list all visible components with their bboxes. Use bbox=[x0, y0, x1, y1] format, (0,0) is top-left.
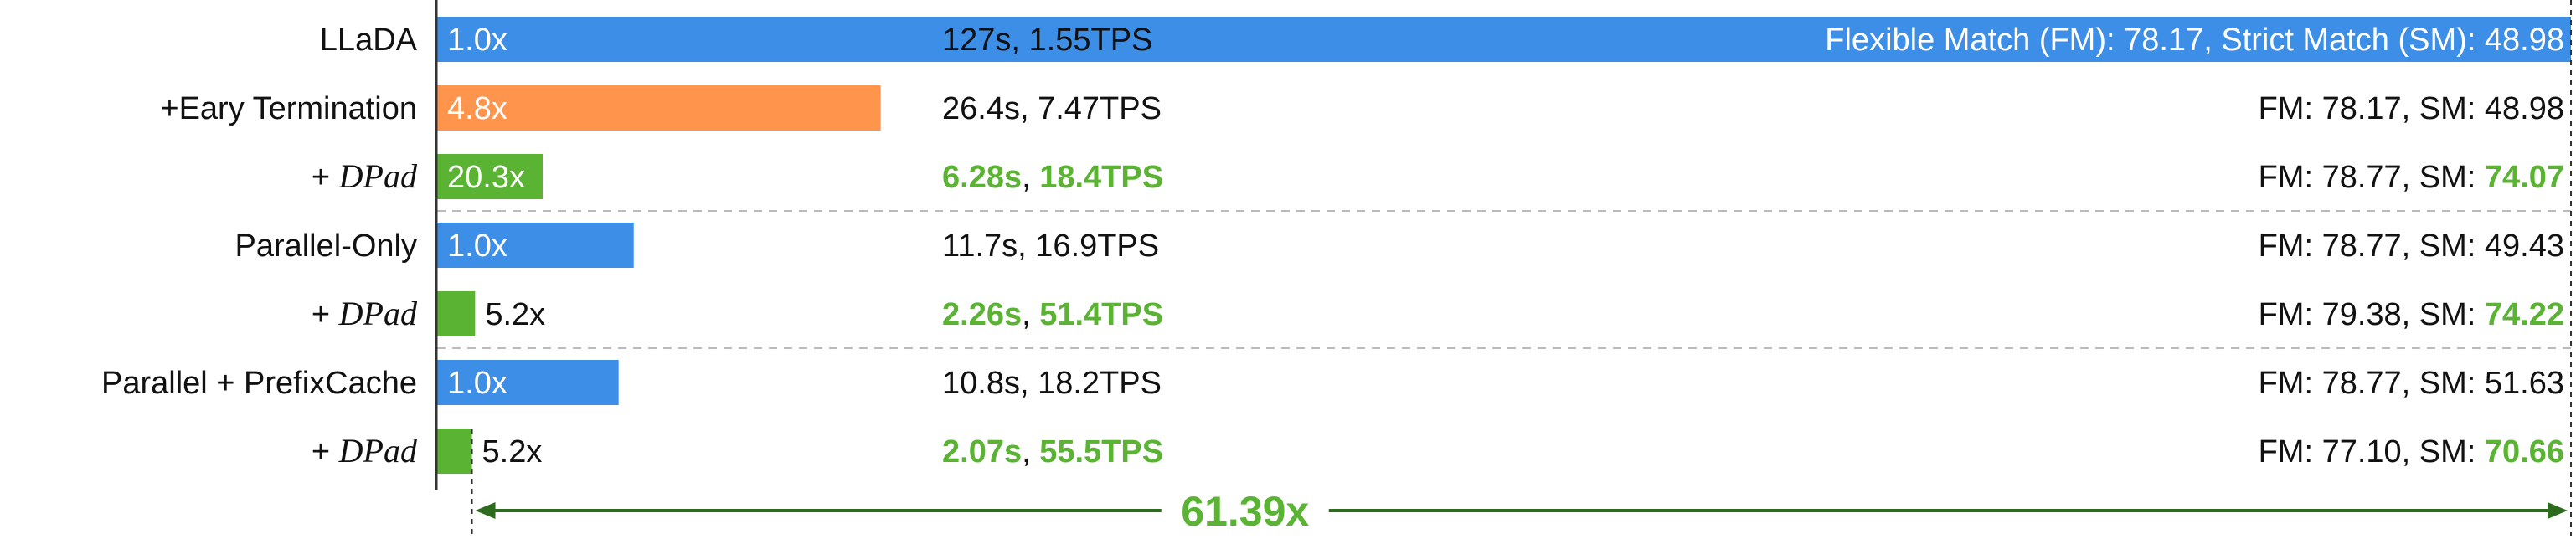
sm-label-0: , Strict Match (SM): bbox=[2203, 23, 2485, 58]
fm-value-4: 79.38 bbox=[2322, 297, 2402, 332]
speedup-bar-chart: LLaDA 1.0x 127s, 1.55TPS Flexible Match (FM… bbox=[101, 0, 2572, 536]
row-label-method-4: DPad bbox=[338, 295, 418, 332]
row-label-1: +Eary Termination bbox=[160, 91, 417, 126]
speedup-label-2: 20.3x bbox=[447, 160, 525, 195]
latency-throughput-1: 26.4s, 7.47TPS bbox=[942, 91, 1162, 126]
fm-value-2: 78.77 bbox=[2322, 160, 2402, 195]
latency-throughput-5: 10.8s, 18.2TPS bbox=[942, 366, 1162, 401]
sm-label-3: , SM: bbox=[2402, 228, 2485, 264]
fm-label-5: FM: bbox=[2259, 366, 2322, 401]
row-label-3: Parallel-Only bbox=[234, 228, 417, 264]
sm-value-6: 70.66 bbox=[2485, 434, 2564, 470]
sm-value-2: 74.07 bbox=[2485, 160, 2564, 195]
latency-throughput-6: 2.07s, 55.5TPS bbox=[942, 434, 1163, 470]
bar-row-4 bbox=[437, 291, 476, 336]
latency-sep-6: , bbox=[1022, 434, 1039, 470]
throughput-5: 18.2TPS bbox=[1038, 366, 1162, 401]
sm-value-4: 74.22 bbox=[2485, 297, 2564, 332]
speedup-label-1: 4.8x bbox=[447, 91, 507, 126]
bar-row-6 bbox=[437, 429, 472, 474]
row-label-5: Parallel + PrefixCache bbox=[101, 366, 417, 401]
fm-label-0: Flexible Match (FM): bbox=[1825, 23, 2124, 58]
latency-0: 127s bbox=[942, 23, 1011, 58]
throughput-2: 18.4TPS bbox=[1039, 160, 1163, 195]
speedup-label-0: 1.0x bbox=[447, 23, 507, 58]
row-label-prefix-2: + bbox=[312, 160, 339, 195]
row-label-method-6: DPad bbox=[338, 432, 418, 470]
throughput-3: 16.9TPS bbox=[1035, 228, 1159, 264]
row-label-method-2: DPad bbox=[338, 157, 418, 195]
sm-label-2: , SM: bbox=[2402, 160, 2485, 195]
fm-label-2: FM: bbox=[2259, 160, 2322, 195]
latency-sep-5: , bbox=[1020, 366, 1038, 401]
overall-speedup-label: 61.39x bbox=[1181, 488, 1309, 535]
sm-label-4: , SM: bbox=[2402, 297, 2485, 332]
speedup-arrow-left-head bbox=[475, 502, 496, 519]
latency-throughput-2: 6.28s, 18.4TPS bbox=[942, 160, 1163, 195]
sm-label-5: , SM: bbox=[2402, 366, 2485, 401]
throughput-4: 51.4TPS bbox=[1039, 297, 1163, 332]
sm-value-5: 51.63 bbox=[2485, 366, 2564, 401]
row-label-4: + DPad bbox=[312, 295, 418, 332]
latency-sep-2: , bbox=[1022, 160, 1039, 195]
latency-sep-3: , bbox=[1018, 228, 1035, 264]
latency-5: 10.8s bbox=[942, 366, 1020, 401]
accuracy-6: FM: 77.10, SM: 70.66 bbox=[2259, 434, 2564, 470]
sm-value-1: 48.98 bbox=[2485, 91, 2564, 126]
row-label-0: LLaDA bbox=[320, 23, 418, 58]
latency-throughput-3: 11.7s, 16.9TPS bbox=[942, 228, 1159, 264]
row-label-6: + DPad bbox=[312, 432, 418, 470]
latency-4: 2.26s bbox=[942, 297, 1022, 332]
throughput-0: 1.55TPS bbox=[1029, 23, 1153, 58]
speedup-label-5: 1.0x bbox=[447, 366, 507, 401]
row-label-prefix-6: + bbox=[312, 434, 339, 470]
accuracy-3: FM: 78.77, SM: 49.43 bbox=[2259, 228, 2564, 264]
sm-label-1: , SM: bbox=[2402, 91, 2485, 126]
accuracy-4: FM: 79.38, SM: 74.22 bbox=[2259, 297, 2564, 332]
latency-throughput-4: 2.26s, 51.4TPS bbox=[942, 297, 1163, 332]
latency-6: 2.07s bbox=[942, 434, 1022, 470]
row-label-2: + DPad bbox=[312, 157, 418, 195]
accuracy-5: FM: 78.77, SM: 51.63 bbox=[2259, 366, 2564, 401]
latency-sep-1: , bbox=[1020, 91, 1038, 126]
sm-label-6: , SM: bbox=[2402, 434, 2485, 470]
throughput-1: 7.47TPS bbox=[1038, 91, 1162, 126]
latency-sep-4: , bbox=[1022, 297, 1039, 332]
fm-value-3: 78.77 bbox=[2322, 228, 2402, 264]
fm-label-4: FM: bbox=[2259, 297, 2322, 332]
throughput-6: 55.5TPS bbox=[1039, 434, 1163, 470]
sm-value-0: 48.98 bbox=[2485, 23, 2564, 58]
accuracy-0: Flexible Match (FM): 78.17, Strict Match… bbox=[1825, 23, 2564, 58]
latency-1: 26.4s bbox=[942, 91, 1020, 126]
latency-throughput-0: 127s, 1.55TPS bbox=[942, 23, 1152, 58]
fm-label-1: FM: bbox=[2259, 91, 2322, 126]
latency-sep-0: , bbox=[1011, 23, 1028, 58]
speedup-label-6: 5.2x bbox=[482, 434, 543, 470]
fm-value-0: 78.17 bbox=[2124, 23, 2203, 58]
fm-value-1: 78.17 bbox=[2322, 91, 2402, 126]
row-label-prefix-4: + bbox=[312, 297, 339, 332]
latency-3: 11.7s bbox=[942, 228, 1018, 264]
accuracy-1: FM: 78.17, SM: 48.98 bbox=[2259, 91, 2564, 126]
fm-value-6: 77.10 bbox=[2322, 434, 2402, 470]
fm-label-6: FM: bbox=[2259, 434, 2322, 470]
speedup-label-4: 5.2x bbox=[485, 297, 545, 332]
accuracy-2: FM: 78.77, SM: 74.07 bbox=[2259, 160, 2564, 195]
latency-2: 6.28s bbox=[942, 160, 1022, 195]
sm-value-3: 49.43 bbox=[2485, 228, 2564, 264]
speedup-arrow-right-head bbox=[2548, 502, 2568, 519]
speedup-label-3: 1.0x bbox=[447, 228, 507, 264]
fm-value-5: 78.77 bbox=[2322, 366, 2402, 401]
fm-label-3: FM: bbox=[2259, 228, 2322, 264]
